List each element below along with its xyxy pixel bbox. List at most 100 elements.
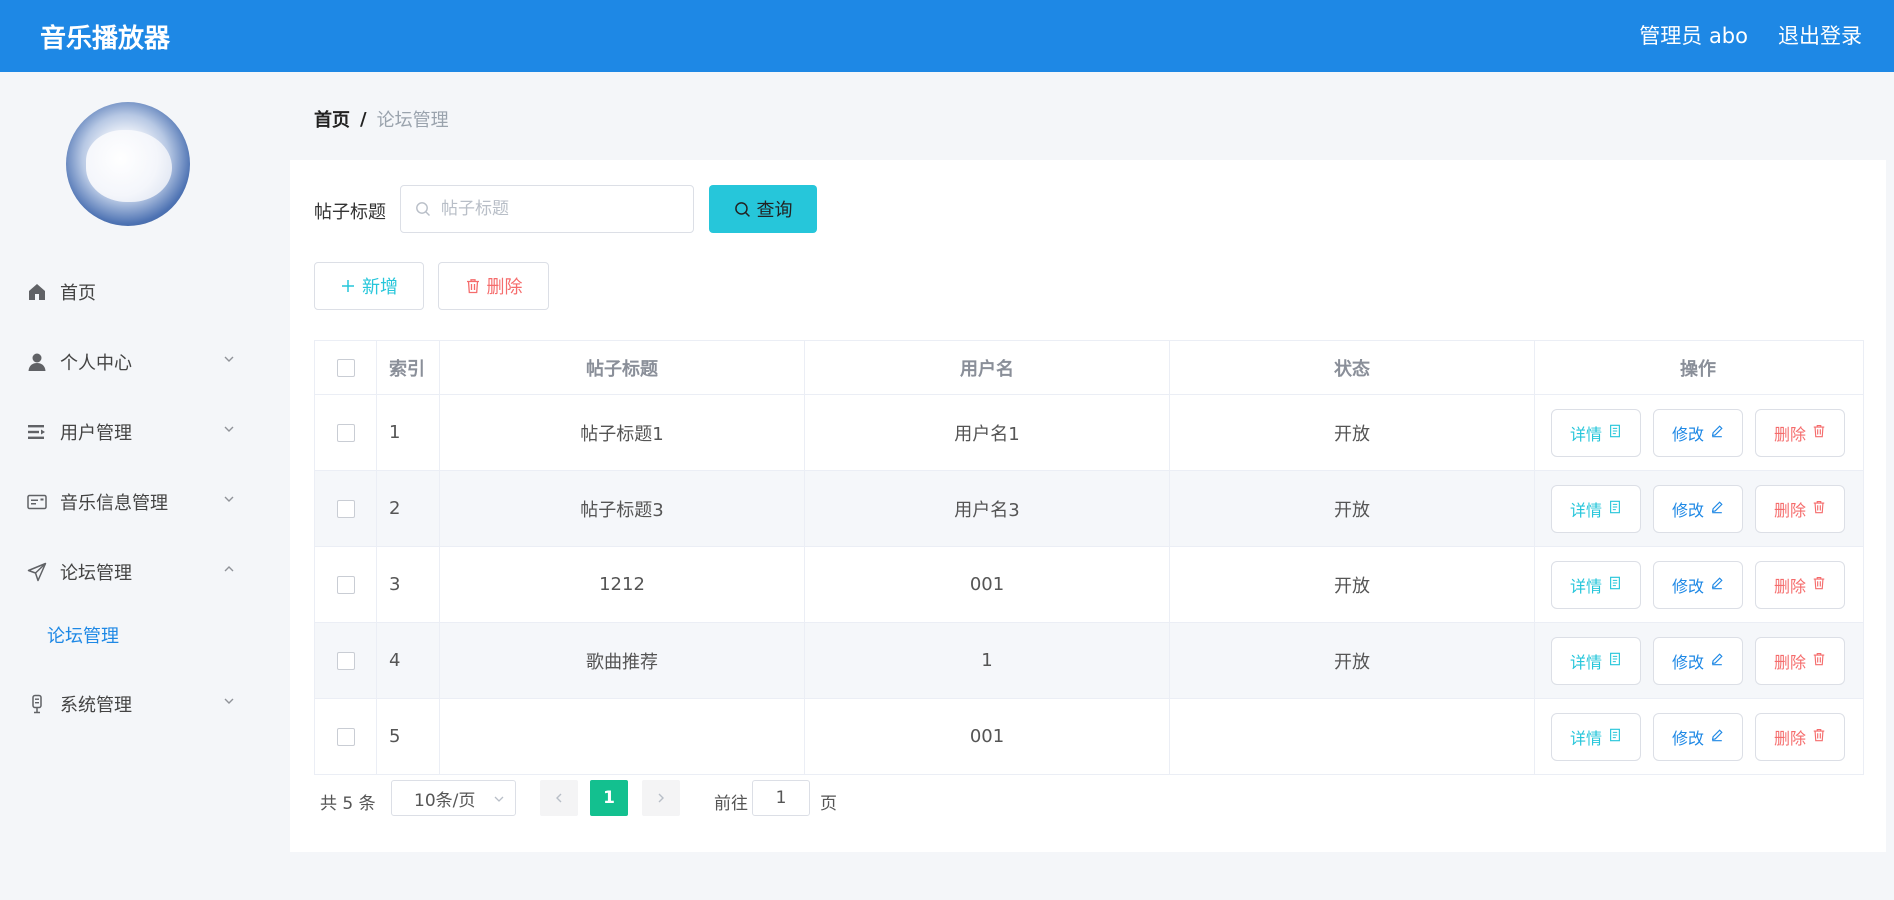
row-checkbox-cell	[315, 395, 377, 470]
header-username: 用户名	[805, 341, 1170, 394]
list-icon	[26, 421, 48, 443]
page-size-select[interactable]: 10条/页	[391, 780, 516, 816]
app-title: 音乐播放器	[40, 24, 171, 54]
row-checkbox[interactable]	[336, 499, 355, 518]
cell-title	[440, 699, 805, 774]
top-bar: 音乐播放器 管理员 abo 退出登录	[0, 0, 1894, 72]
edit-icon	[1710, 499, 1724, 518]
detail-button[interactable]: 详情	[1551, 636, 1641, 685]
add-button-label: 新增	[362, 277, 398, 298]
cell-ops: 详情 修改 删除	[1535, 471, 1861, 546]
detail-label: 详情	[1569, 652, 1602, 672]
detail-button[interactable]: 详情	[1551, 560, 1641, 609]
sidebar-item-profile[interactable]: 个人中心	[0, 342, 262, 382]
table-row: 4 歌曲推荐 1 开放 详情 修改 删除	[315, 623, 1863, 699]
search-input[interactable]	[439, 198, 683, 220]
page-size-value: 10条/页	[414, 790, 476, 811]
batch-delete-button[interactable]: 删除	[438, 262, 549, 310]
edit-button[interactable]: 修改	[1653, 408, 1743, 457]
cell-username: 001	[805, 699, 1170, 774]
cell-index: 5	[377, 699, 440, 774]
row-checkbox-cell	[315, 623, 377, 698]
select-all-checkbox[interactable]	[336, 358, 355, 377]
cell-index: 1	[377, 395, 440, 470]
sidebar-item-music-info[interactable]: 音乐信息管理	[0, 482, 262, 522]
cell-title: 帖子标题1	[440, 395, 805, 470]
document-icon	[1608, 727, 1622, 746]
row-checkbox[interactable]	[336, 423, 355, 442]
detail-label: 详情	[1569, 500, 1602, 520]
table-row: 2 帖子标题3 用户名3 开放 详情 修改 删除	[315, 471, 1863, 547]
edit-button[interactable]: 修改	[1653, 560, 1743, 609]
sidebar-item-home[interactable]: 首页	[0, 272, 262, 312]
detail-button[interactable]: 详情	[1551, 484, 1641, 533]
sidebar-item-system[interactable]: 系统管理	[0, 684, 262, 724]
cell-ops: 详情 修改 删除	[1535, 699, 1861, 774]
cell-index: 4	[377, 623, 440, 698]
content-panel: 帖子标题 查询 新增 删除 索引 帖子标题 用户名 状态 操作	[290, 160, 1886, 852]
delete-label: 删除	[1773, 652, 1806, 672]
delete-label: 删除	[1773, 424, 1806, 444]
row-checkbox[interactable]	[336, 575, 355, 594]
breadcrumb-home[interactable]: 首页	[314, 106, 350, 132]
detail-label: 详情	[1569, 576, 1602, 596]
edit-button[interactable]: 修改	[1653, 484, 1743, 533]
page-number-current[interactable]: 1	[590, 780, 628, 816]
page-suffix-label: 页	[820, 794, 837, 814]
add-button[interactable]: 新增	[314, 262, 424, 310]
breadcrumb: 首页 / 论坛管理	[314, 106, 449, 132]
sidebar-item-users[interactable]: 用户管理	[0, 412, 262, 452]
search-field[interactable]	[400, 185, 694, 233]
detail-label: 详情	[1569, 728, 1602, 748]
edit-button[interactable]: 修改	[1653, 636, 1743, 685]
plus-icon	[342, 280, 354, 292]
document-icon	[1608, 423, 1622, 442]
header-title: 帖子标题	[440, 341, 805, 394]
search-icon	[416, 202, 430, 216]
cell-username: 用户名3	[805, 471, 1170, 546]
trash-icon	[1812, 651, 1826, 670]
delete-label: 删除	[1773, 500, 1806, 520]
trash-icon	[1812, 499, 1826, 518]
pagination: 共 5 条 10条/页 1 前往 页	[320, 780, 1120, 816]
trash-icon	[466, 279, 479, 294]
query-button[interactable]: 查询	[709, 185, 817, 233]
row-checkbox[interactable]	[336, 651, 355, 670]
header-ops: 操作	[1680, 358, 1716, 380]
goto-page-input[interactable]	[752, 780, 810, 816]
chevron-down-icon	[224, 698, 234, 704]
edit-button[interactable]: 修改	[1653, 712, 1743, 761]
admin-user-label[interactable]: 管理员 abo	[1639, 20, 1748, 50]
row-checkbox-cell	[315, 699, 377, 774]
cell-title: 歌曲推荐	[440, 623, 805, 698]
next-page-button[interactable]	[642, 780, 680, 816]
cell-status	[1170, 699, 1535, 774]
delete-label: 删除	[1773, 576, 1806, 596]
row-delete-button[interactable]: 删除	[1755, 484, 1845, 533]
submenu-item-forum-management[interactable]: 论坛管理	[47, 622, 119, 648]
cell-username: 001	[805, 547, 1170, 622]
cell-status: 开放	[1170, 395, 1535, 470]
avatar	[66, 102, 190, 226]
chevron-right-icon	[658, 793, 664, 803]
row-checkbox[interactable]	[336, 727, 355, 746]
sidebar: 首页 个人中心 用户管理 音乐信息管理 论坛管理 论坛管理 系统管理	[0, 72, 262, 900]
delete-button-label: 删除	[486, 277, 523, 298]
row-delete-button[interactable]: 删除	[1755, 712, 1845, 761]
chevron-left-icon	[556, 793, 562, 803]
edit-icon	[1710, 651, 1724, 670]
row-checkbox-cell	[315, 471, 377, 546]
sidebar-item-label: 用户管理	[60, 423, 132, 444]
detail-button[interactable]: 详情	[1551, 408, 1641, 457]
prev-page-button[interactable]	[540, 780, 578, 816]
row-delete-button[interactable]: 删除	[1755, 408, 1845, 457]
edit-label: 修改	[1671, 500, 1704, 520]
row-delete-button[interactable]: 删除	[1755, 560, 1845, 609]
sidebar-item-forum[interactable]: 论坛管理	[0, 552, 262, 592]
top-right-actions: 管理员 abo 退出登录	[1639, 20, 1862, 50]
send-icon	[26, 561, 48, 583]
row-delete-button[interactable]: 删除	[1755, 636, 1845, 685]
table-row: 5 001 详情 修改 删除	[315, 699, 1863, 775]
logout-button[interactable]: 退出登录	[1778, 20, 1862, 50]
detail-button[interactable]: 详情	[1551, 712, 1641, 761]
